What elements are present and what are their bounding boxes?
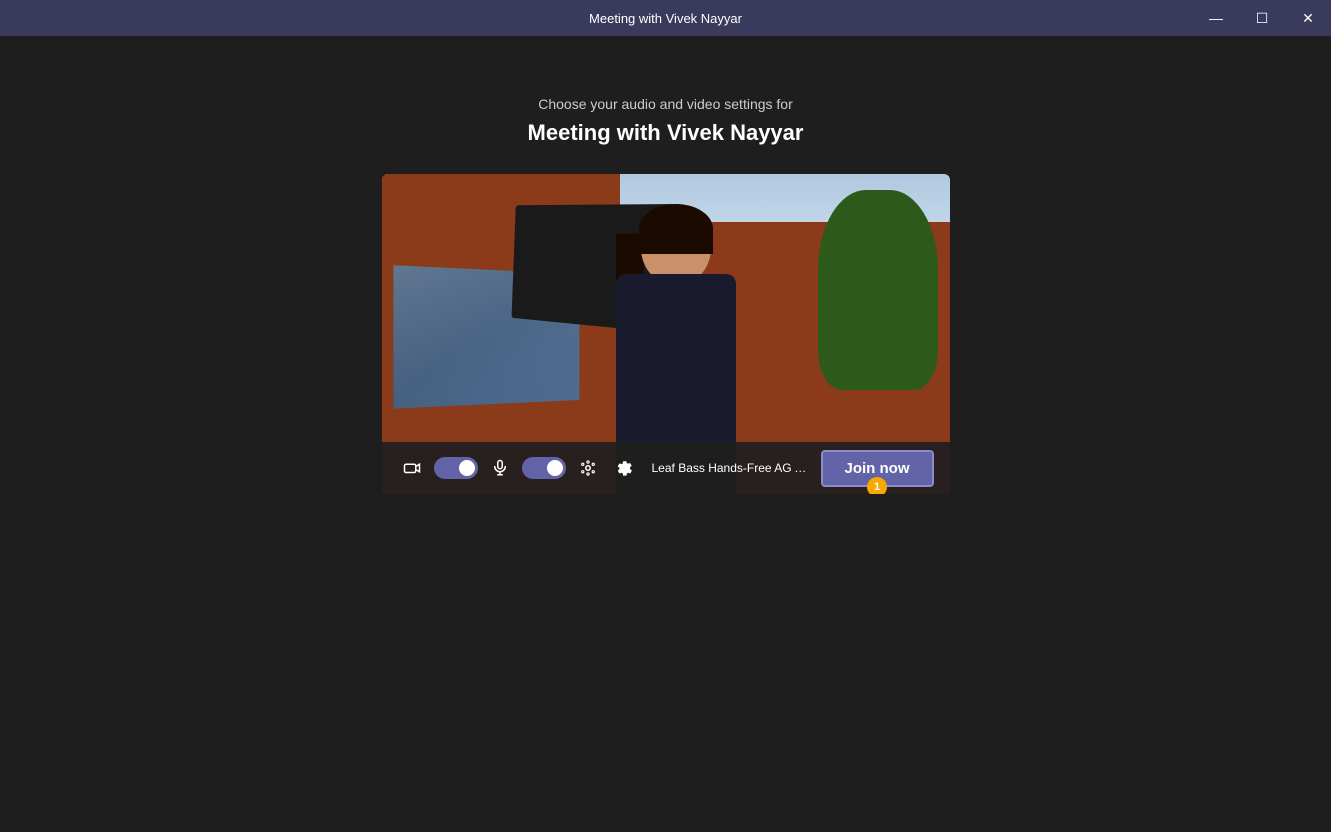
camera-icon bbox=[398, 454, 426, 482]
person-hair bbox=[639, 204, 713, 254]
effects-icon[interactable] bbox=[574, 454, 602, 482]
settings-subtitle: Choose your audio and video settings for bbox=[538, 96, 793, 112]
main-content: Choose your audio and video settings for… bbox=[0, 36, 1331, 832]
controls-bar: Leaf Bass Hands-Free AG Au... Join now 1 bbox=[382, 442, 950, 494]
video-preview-container: Leaf Bass Hands-Free AG Au... Join now 1 bbox=[382, 174, 950, 494]
camera-svg bbox=[403, 459, 421, 477]
gear-svg bbox=[615, 459, 633, 477]
minimize-button[interactable]: — bbox=[1193, 0, 1239, 36]
effects-svg bbox=[579, 459, 597, 477]
microphone-icon bbox=[486, 454, 514, 482]
maximize-button[interactable]: ☐ bbox=[1239, 0, 1285, 36]
person-head bbox=[641, 204, 711, 284]
close-button[interactable]: ✕ bbox=[1285, 0, 1331, 36]
mic-svg bbox=[491, 459, 509, 477]
settings-icon[interactable] bbox=[610, 454, 638, 482]
notification-badge: 1 bbox=[867, 477, 887, 495]
window-title: Meeting with Vivek Nayyar bbox=[589, 11, 742, 26]
title-bar: Meeting with Vivek Nayyar — ☐ ✕ bbox=[0, 0, 1331, 36]
background-tree bbox=[818, 190, 938, 390]
audio-toggle[interactable] bbox=[522, 457, 566, 479]
audio-device-label: Leaf Bass Hands-Free AG Au... bbox=[652, 461, 813, 475]
window-controls: — ☐ ✕ bbox=[1193, 0, 1331, 36]
video-toggle[interactable] bbox=[434, 457, 478, 479]
meeting-title: Meeting with Vivek Nayyar bbox=[528, 120, 804, 146]
join-now-wrapper: Join now 1 bbox=[821, 450, 934, 487]
